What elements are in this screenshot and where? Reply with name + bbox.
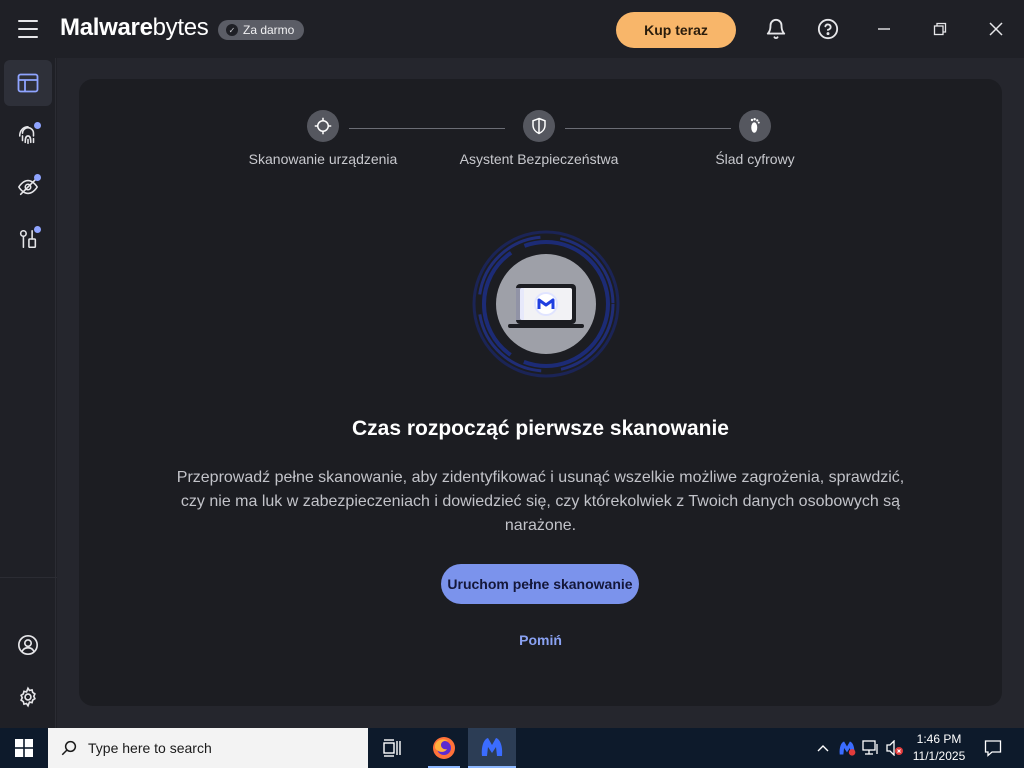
windows-taskbar: Type here to search 1:46 PM 11/1/2025	[0, 728, 1024, 768]
tray-malwarebytes[interactable]	[836, 728, 858, 768]
malwarebytes-icon	[481, 738, 503, 756]
check-icon: ✓	[226, 24, 238, 36]
skip-link[interactable]: Pomiń	[79, 632, 1002, 648]
notification-dot	[34, 174, 41, 181]
step-3-label: Ślad cyfrowy	[715, 151, 795, 167]
settings-gear-icon	[20, 686, 36, 708]
dashboard-icon	[17, 73, 39, 93]
taskbar-app-malwarebytes[interactable]	[468, 728, 516, 768]
close-button[interactable]	[981, 14, 1011, 44]
search-icon	[61, 740, 77, 756]
step-2-label: Asystent Bezpieczeństwa	[459, 151, 619, 167]
scan-illustration	[471, 229, 621, 379]
sidebar-item-account[interactable]	[4, 622, 52, 668]
malwarebytes-tray-icon	[839, 741, 856, 756]
minimize-button[interactable]	[869, 14, 899, 44]
onboarding-card: Skanowanie urządzenia Asystent Bezpiecze…	[79, 79, 1002, 706]
start-button[interactable]	[0, 728, 48, 768]
sidebar-item-dashboard[interactable]	[4, 60, 52, 106]
description-text: Przeprowadź pełne skanowanie, aby zident…	[176, 469, 905, 534]
tray-network[interactable]	[860, 728, 882, 768]
help-icon[interactable]	[815, 16, 841, 42]
clock-date: 11/1/2025	[912, 749, 966, 763]
task-view-icon	[383, 739, 401, 757]
plan-badge: ✓ Za darmo	[218, 20, 305, 40]
action-center-button[interactable]	[978, 728, 1008, 768]
plan-badge-label: Za darmo	[243, 23, 295, 37]
sidebar-item-tools[interactable]	[4, 216, 52, 262]
onboarding-stepper: Skanowanie urządzenia Asystent Bezpiecze…	[79, 79, 1002, 179]
sidebar	[0, 58, 200, 728]
start-full-scan-button[interactable]: Uruchom pełne skanowanie	[441, 564, 639, 604]
buy-now-button[interactable]: Kup teraz	[616, 12, 736, 48]
taskbar-app-firefox[interactable]	[420, 728, 468, 768]
title-bar: Malwarebytes ✓ Za darmo Kup teraz	[0, 0, 1024, 58]
tray-volume[interactable]	[884, 728, 906, 768]
restore-button[interactable]	[925, 14, 955, 44]
network-icon	[862, 740, 878, 755]
taskbar-search[interactable]: Type here to search	[48, 728, 368, 768]
headline: Czas rozpocząć pierwsze skanowanie	[352, 417, 729, 440]
task-view-button[interactable]	[368, 728, 416, 768]
show-hidden-icons-button[interactable]	[812, 728, 834, 768]
notification-speech-icon	[984, 740, 1002, 757]
taskbar-clock[interactable]: 1:46 PM 11/1/2025	[904, 731, 974, 765]
crosshair-icon	[314, 117, 332, 135]
notifications-bell-icon[interactable]	[763, 16, 789, 42]
sidebar-item-settings[interactable]	[4, 674, 52, 720]
chevron-up-icon	[817, 745, 829, 752]
step-1-circle	[307, 110, 339, 142]
menu-hamburger-icon[interactable]	[14, 16, 42, 42]
shield-icon	[532, 117, 546, 135]
step-connector	[349, 128, 505, 129]
clock-time: 1:46 PM	[916, 732, 962, 746]
app-logo: Malwarebytes	[60, 14, 209, 41]
step-2-circle	[523, 110, 555, 142]
notification-dot	[34, 226, 41, 233]
sidebar-item-privacy[interactable]	[4, 164, 52, 210]
account-icon	[18, 635, 38, 655]
footprint-icon	[750, 118, 760, 133]
windows-logo-icon	[15, 739, 33, 757]
search-placeholder: Type here to search	[88, 740, 212, 756]
firefox-icon	[433, 737, 455, 759]
step-3-circle	[739, 110, 771, 142]
step-connector	[565, 128, 731, 129]
sidebar-item-identity[interactable]	[4, 112, 52, 158]
volume-muted-icon	[886, 740, 903, 756]
step-1-label: Skanowanie urządzenia	[248, 151, 398, 167]
notification-dot	[34, 122, 41, 129]
